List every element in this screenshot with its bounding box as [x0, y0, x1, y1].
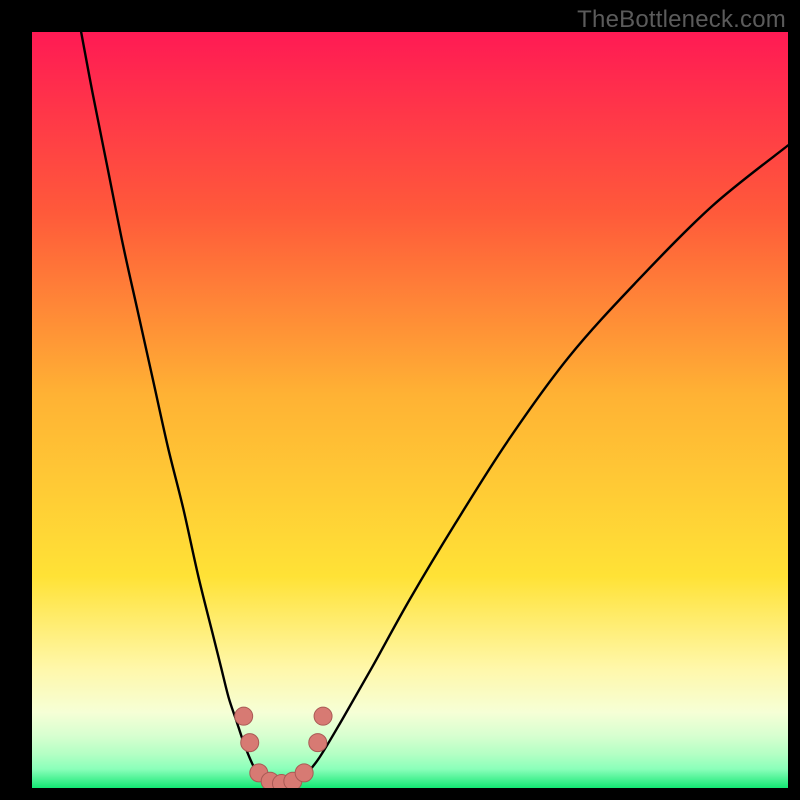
watermark-text: TheBottleneck.com [577, 6, 786, 34]
trough-marker [309, 734, 327, 752]
trough-marker [241, 734, 259, 752]
plot-area [32, 32, 788, 788]
trough-marker [235, 707, 253, 725]
trough-marker [295, 764, 313, 782]
gradient-background [32, 32, 788, 788]
chart-frame: TheBottleneck.com [0, 0, 800, 800]
bottleneck-curve-chart [32, 32, 788, 788]
trough-marker [314, 707, 332, 725]
